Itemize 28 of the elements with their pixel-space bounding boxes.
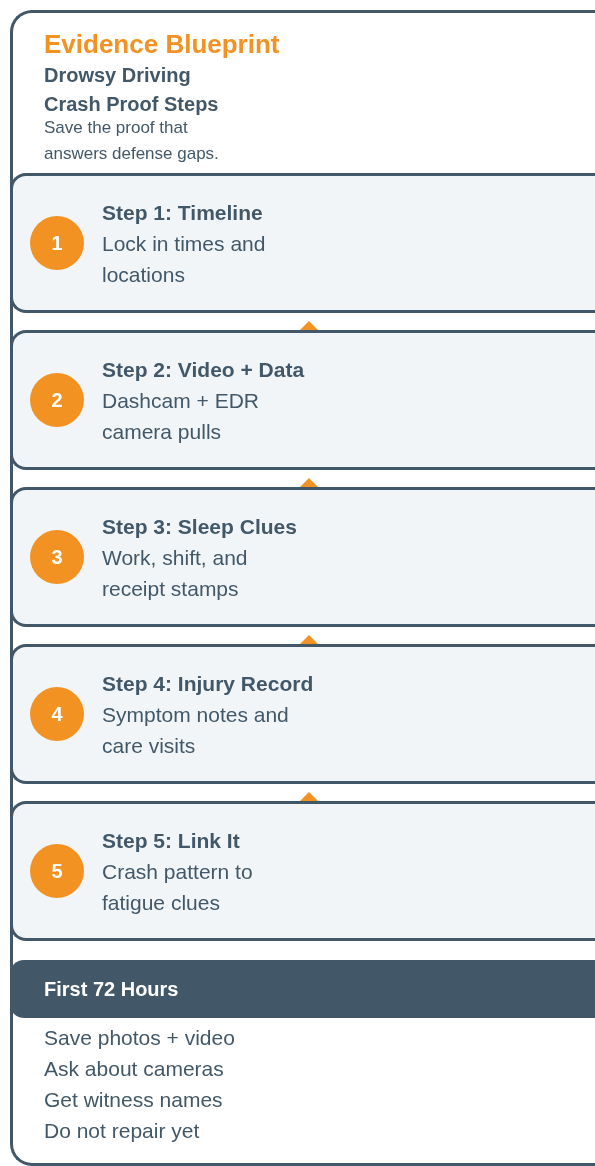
description: Save the proof that answers defense gaps.	[44, 117, 220, 165]
step-text: Dashcam + EDR camera pulls	[102, 387, 260, 445]
subtitle: Crash Proof Steps	[44, 92, 220, 117]
triangle-icon	[300, 321, 318, 330]
triangle-icon	[300, 635, 318, 644]
list-item: Save photos + video	[44, 1025, 236, 1051]
step-title: Step 3: Sleep Clues	[102, 513, 298, 540]
step-title: Step 4: Injury Record	[102, 670, 314, 697]
step-number: 4	[30, 687, 84, 741]
step-text: Symptom notes and care visits	[102, 701, 290, 759]
step-number: 5	[30, 844, 84, 898]
step-text: Work, shift, and receipt stamps	[102, 544, 249, 602]
step-title: Step 2: Video + Data	[102, 356, 305, 383]
step-number: 3	[30, 530, 84, 584]
step-number: 2	[30, 373, 84, 427]
list-item: Ask about cameras	[44, 1056, 225, 1082]
step-text: Crash pattern to fatigue clues	[102, 858, 254, 916]
list-item: Get witness names	[44, 1087, 224, 1113]
page-title: Evidence Blueprint	[44, 28, 281, 61]
section-title: First 72 Hours	[44, 977, 179, 1001]
step-text: Lock in times and locations	[102, 230, 267, 288]
triangle-icon	[300, 478, 318, 487]
step-number: 1	[30, 216, 84, 270]
triangle-icon	[300, 792, 318, 801]
list-item: Do not repair yet	[44, 1118, 201, 1144]
step-title: Step 5: Link It	[102, 827, 241, 854]
subtitle: Drowsy Driving	[44, 63, 192, 88]
step-title: Step 1: Timeline	[102, 199, 264, 226]
